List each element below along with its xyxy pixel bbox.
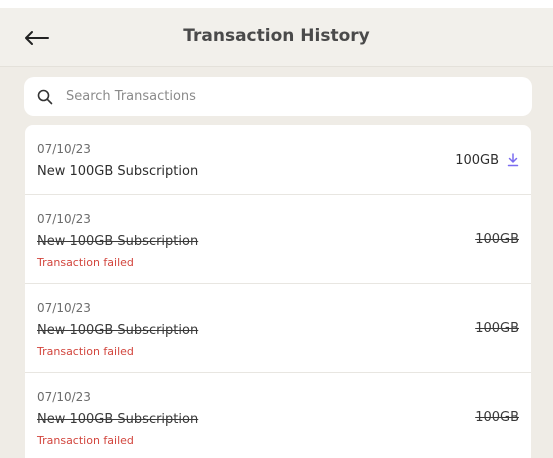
transaction-status: Transaction failed xyxy=(37,345,134,358)
transaction-title: New 100GB Subscription xyxy=(37,234,199,249)
transaction-amount: 100GB xyxy=(475,232,519,247)
transaction-row[interactable]: 07/10/23 New 100GB Subscription Transact… xyxy=(25,284,531,373)
app-header: Transaction History xyxy=(0,8,553,67)
transaction-amount: 100GB xyxy=(475,321,519,336)
transaction-date: 07/10/23 xyxy=(37,301,91,315)
transaction-status: Transaction failed xyxy=(37,434,134,447)
transaction-date: 07/10/23 xyxy=(37,142,91,156)
page-title: Transaction History xyxy=(183,26,370,46)
search-input[interactable] xyxy=(64,88,508,105)
transaction-history-screen: Transaction History 07/10/23 New 100GB S… xyxy=(0,0,553,458)
content-area: 07/10/23 New 100GB Subscription 100GB 07… xyxy=(0,67,553,458)
transaction-list: 07/10/23 New 100GB Subscription 100GB 07… xyxy=(25,125,531,458)
search-bar[interactable] xyxy=(24,77,532,116)
transaction-title: New 100GB Subscription xyxy=(37,412,199,427)
search-icon xyxy=(36,88,54,106)
transaction-row[interactable]: 07/10/23 New 100GB Subscription Transact… xyxy=(25,373,531,458)
top-strip xyxy=(0,0,553,8)
transaction-status: Transaction failed xyxy=(37,256,134,269)
transaction-title: New 100GB Subscription xyxy=(37,164,199,179)
transaction-title: New 100GB Subscription xyxy=(37,323,199,338)
transaction-row[interactable]: 07/10/23 New 100GB Subscription 100GB xyxy=(25,125,531,195)
transaction-date: 07/10/23 xyxy=(37,390,91,404)
transaction-amount: 100GB xyxy=(475,410,519,425)
transaction-amount: 100GB xyxy=(455,153,499,168)
transaction-date: 07/10/23 xyxy=(37,212,91,226)
download-icon[interactable] xyxy=(507,153,519,167)
transaction-row[interactable]: 07/10/23 New 100GB Subscription Transact… xyxy=(25,195,531,284)
